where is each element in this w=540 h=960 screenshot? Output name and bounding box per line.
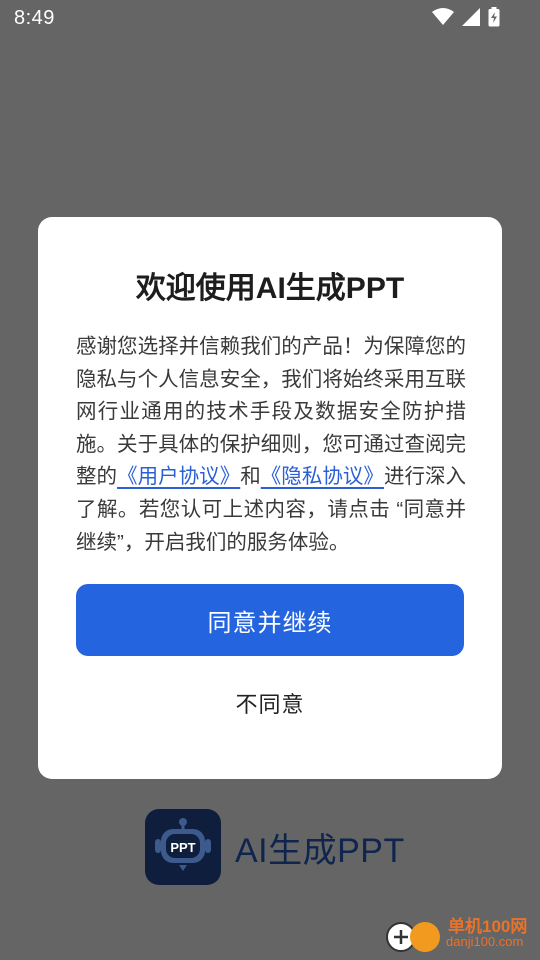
status-icons (432, 7, 500, 27)
logo-text: PPT (170, 840, 195, 855)
robot-icon: PPT (155, 818, 211, 871)
privacy-dialog: 欢迎使用AI生成PPT 感谢您选择并信赖我们的产品！为保障您的隐私与个人信息安全… (38, 217, 502, 779)
app-name: AI生成PPT (235, 831, 405, 870)
site-watermark: 单机100网 danji100.com (386, 910, 538, 956)
watermark-circle-icon (410, 922, 440, 952)
agree-continue-button[interactable]: 同意并继续 (76, 584, 464, 656)
user-agreement-link[interactable]: 《用户协议》 (117, 465, 240, 488)
wifi-icon (432, 8, 454, 26)
battery-charging-icon (488, 7, 500, 27)
status-bar: 8:49 (0, 0, 540, 36)
disagree-button[interactable]: 不同意 (76, 673, 464, 733)
privacy-agreement-link[interactable]: 《隐私协议》 (261, 465, 384, 488)
status-time: 8:49 (14, 7, 55, 29)
dialog-title: 欢迎使用AI生成PPT (135, 272, 405, 305)
body-text-and: 和 (240, 465, 261, 489)
app-logo: PPT (145, 809, 221, 885)
signal-icon (462, 8, 480, 26)
dialog-body: 感谢您选择并信赖我们的产品！为保障您的隐私与个人信息安全，我们将始终采用互联网行… (76, 331, 466, 559)
app-brand: PPT AI生成PPT (145, 809, 405, 885)
watermark-url: danji100.com (446, 934, 524, 949)
